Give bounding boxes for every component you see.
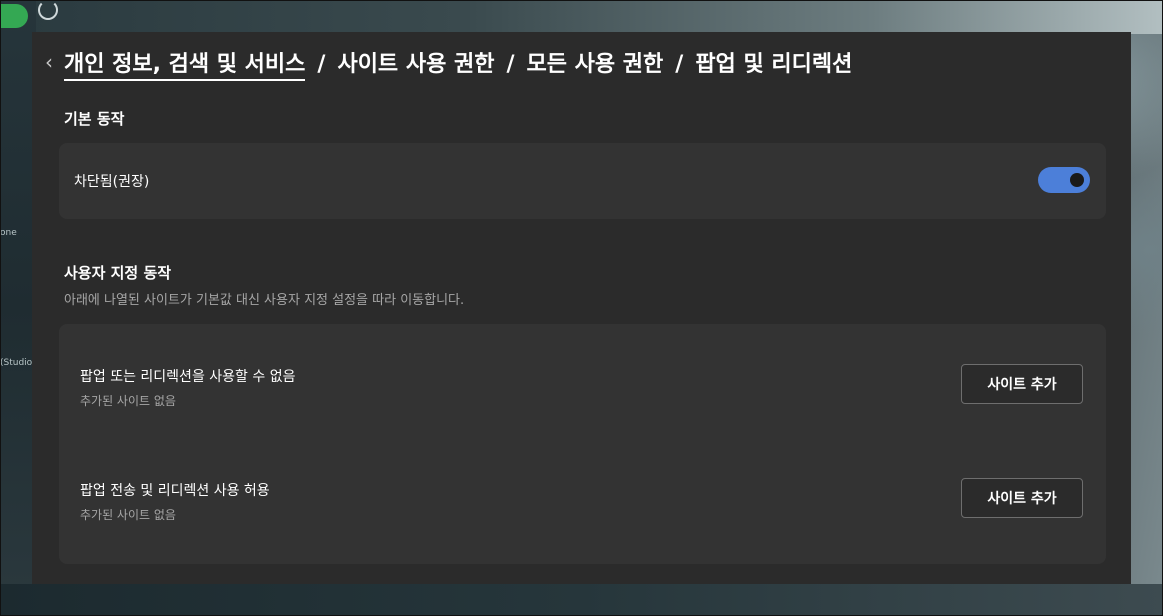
default-behavior-title: 기본 동작 [64,110,125,128]
allow-section-empty-text: 추가된 사이트 없음 [80,508,176,522]
chevron-left-icon: ‹ [45,50,53,74]
page-title: 팝업 및 리디렉션 [695,52,853,77]
background-left-edge: one (Studio [0,0,36,616]
breadcrumb-separator: / [506,52,515,77]
page-header: ‹ 개인 정보, 검색 및 서비스 / 사이트 사용 권한 / 모든 사용 권한 / 팝업 … [32,32,1131,92]
allow-section-label: 팝업 전송 및 리디렉션 사용 허용 [80,483,270,499]
breadcrumb: 개인 정보, 검색 및 서비스 / 사이트 사용 권한 / 모든 사용 권한 / 팝업 및 … [64,46,853,81]
background-text: (Studio [0,358,33,368]
blocked-toggle[interactable] [1038,167,1090,193]
background-top-strip [0,0,1163,34]
custom-behavior-title: 사용자 지정 동작 [64,264,172,282]
block-section-label: 팝업 또는 리디렉션을 사용할 수 없음 [80,369,296,385]
custom-behavior-card: 팝업 또는 리디렉션을 사용할 수 없음 추가된 사이트 없음 사이트 추가 팝… [59,324,1106,564]
toggle-knob [1070,173,1084,187]
block-section-empty-text: 추가된 사이트 없음 [80,394,176,408]
breadcrumb-separator: / [675,52,684,77]
add-blocked-site-button[interactable]: 사이트 추가 [961,364,1083,404]
background-text: one [0,228,17,238]
background-bottom-strip [0,584,1163,616]
background-green-badge [0,4,28,28]
breadcrumb-separator: / [317,52,326,77]
default-behavior-card: 차단됨(권장) [59,143,1106,219]
back-button[interactable]: ‹ [38,50,60,74]
blocked-setting-label: 차단됨(권장) [74,174,150,190]
breadcrumb-item-site-permissions: 사이트 사용 권한 [337,52,495,77]
background-circle [38,0,58,20]
settings-panel: ‹ 개인 정보, 검색 및 서비스 / 사이트 사용 권한 / 모든 사용 권한 / 팝업 … [32,32,1131,584]
add-allowed-site-button[interactable]: 사이트 추가 [961,478,1083,518]
custom-behavior-description: 아래에 나열된 사이트가 기본값 대신 사용자 지정 설정을 따라 이동합니다. [64,293,465,308]
breadcrumb-item-all-permissions: 모든 사용 권한 [526,52,664,77]
breadcrumb-link-privacy[interactable]: 개인 정보, 검색 및 서비스 [64,52,306,81]
